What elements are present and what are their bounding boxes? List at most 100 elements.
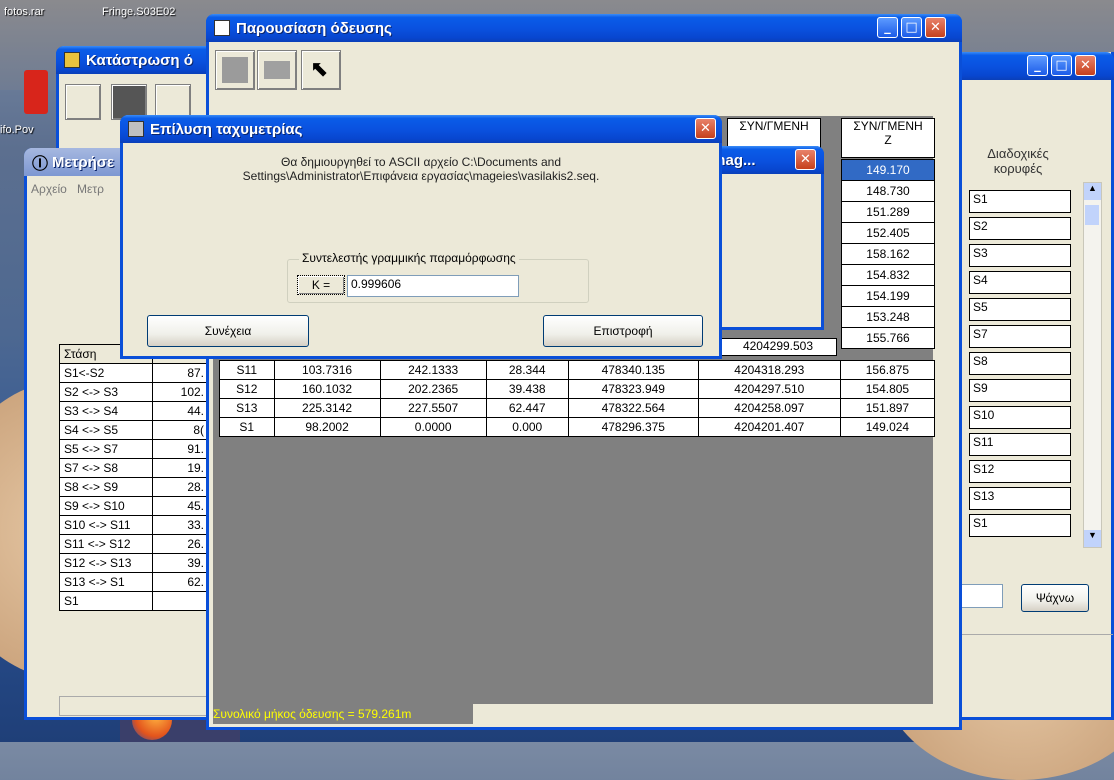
return-button[interactable]: Επιστροφή — [543, 315, 703, 347]
window-katastrosi-titlebar[interactable]: Κατάστρωση ό — [56, 46, 226, 74]
table-row[interactable]: S5 <-> S7 91. — [59, 439, 209, 459]
table-row[interactable]: S12 <-> S13 39. — [59, 553, 209, 573]
window-parousiasi-titlebar[interactable]: Παρουσίαση όδευσης — [206, 14, 962, 42]
vertex-field[interactable]: S4 — [969, 271, 1071, 294]
table-cell[interactable]: 153.248 — [841, 306, 935, 328]
pdf-shortcut-icon[interactable] — [24, 70, 48, 114]
minimize-button[interactable]: _ — [1027, 55, 1048, 76]
vertex-field[interactable]: S10 — [969, 406, 1071, 429]
station-name: S2 <-> S3 — [59, 382, 153, 402]
table-cell: 227.5507 — [379, 398, 487, 418]
station-value: 87. — [152, 363, 209, 383]
table-row[interactable]: S3 <-> S4 44. — [59, 401, 209, 421]
vertex-field[interactable]: S7 — [969, 325, 1071, 348]
table-row[interactable]: S4 <-> S5 8( — [59, 420, 209, 440]
vertex-field[interactable]: S13 — [969, 487, 1071, 510]
table-cell: 4204318.293 — [697, 360, 841, 380]
close-button[interactable]: ✕ — [1075, 55, 1096, 76]
document-tool-button[interactable] — [65, 84, 101, 120]
exit-button[interactable]: ⬉ — [301, 50, 341, 90]
vertex-list-scrollbar[interactable]: ▲ ▼ — [1083, 182, 1102, 548]
table-cell[interactable]: 158.162 — [841, 243, 935, 265]
table-row[interactable]: S2 <-> S3 102. — [59, 382, 209, 402]
maximize-button[interactable]: □ — [901, 17, 922, 38]
table-row[interactable]: S1<-S2 87. — [59, 363, 209, 383]
dialog-tachymetry: Επίλυση ταχυμετρίας ✕ Θα δημιουργηθεί το… — [120, 115, 722, 359]
search-button[interactable]: Ψάχνω — [1021, 584, 1089, 612]
desktop-label-pov[interactable]: ifo.Pov — [0, 124, 34, 136]
floppy-icon — [222, 57, 248, 83]
continue-button[interactable]: Συνέχεια — [147, 315, 309, 347]
vertex-field[interactable]: S5 — [969, 298, 1071, 321]
vertex-field[interactable]: S1 — [969, 190, 1071, 213]
desktop-label-fringe[interactable]: Fringe.S03E02 — [102, 6, 175, 18]
table-cell[interactable]: 148.730 — [841, 180, 935, 202]
measurements-table: Στάση S1<-S2 87. S2 <-> S3 102. S3 <-> S4 44.… — [59, 344, 209, 611]
table-row[interactable]: S7 <-> S8 19. — [59, 458, 209, 478]
selected-cell[interactable]: 149.170 — [841, 159, 935, 181]
table-cell: S1 — [219, 417, 275, 437]
dialog-titlebar[interactable]: Επίλυση ταχυμετρίας — [120, 115, 722, 143]
table-cell: 478323.949 — [567, 379, 699, 399]
maximize-button[interactable]: □ — [1051, 55, 1072, 76]
vertex-field[interactable]: S12 — [969, 460, 1071, 483]
minimize-button[interactable]: _ — [877, 17, 898, 38]
table-row[interactable]: S12 160.1032 202.2365 39.438 478323.949 42042… — [219, 379, 936, 399]
vertex-list: S1 S2 S3 S4 S5 S7 S8 S9 S10 S11 S12 S13 S1 — [969, 190, 1071, 541]
table-row[interactable]: S13 225.3142 227.5507 62.447 478322.564 42042… — [219, 398, 936, 418]
scroll-up-icon[interactable]: ▲ — [1084, 183, 1101, 200]
station-name: S12 <-> S13 — [59, 553, 153, 573]
table-cell[interactable]: 152.405 — [841, 222, 935, 244]
k-button[interactable]: K = — [297, 275, 345, 295]
scroll-thumb[interactable] — [1085, 205, 1099, 225]
table-row[interactable]: S10 <-> S11 33. — [59, 515, 209, 535]
table-row[interactable]: S8 <-> S9 28. — [59, 477, 209, 497]
table-row[interactable]: S13 <-> S1 62. — [59, 572, 209, 592]
table-cell: 0.0000 — [379, 417, 487, 437]
print-button[interactable] — [257, 50, 297, 90]
status-bar — [943, 634, 1113, 675]
app-icon — [64, 52, 80, 68]
table-cell: 478340.135 — [567, 360, 699, 380]
table-cell: 202.2365 — [379, 379, 487, 399]
table-cell[interactable]: 154.832 — [841, 264, 935, 286]
k-value-input[interactable]: 0.999606 — [347, 275, 519, 297]
vertex-field[interactable]: S11 — [969, 433, 1071, 456]
window-metriseis-title: Μετρήσε — [52, 153, 115, 171]
station-value: 28. — [152, 477, 209, 497]
window-katastrosi-title: Κατάστρωση ό — [86, 51, 193, 69]
station-name: S1<-S2 — [59, 363, 153, 383]
column-header-z: ΣΥΝ/ΓΜΕΝΗ Z — [841, 118, 935, 158]
vertex-field[interactable]: S2 — [969, 217, 1071, 240]
table-cell: 160.1032 — [273, 379, 381, 399]
close-button[interactable]: ✕ — [695, 118, 716, 139]
vertex-field[interactable]: S3 — [969, 244, 1071, 267]
vertex-field[interactable]: S8 — [969, 352, 1071, 375]
status-bar — [59, 696, 221, 716]
table-cell[interactable]: 155.766 — [841, 327, 935, 349]
scroll-down-icon[interactable]: ▼ — [1084, 530, 1101, 547]
table-cell: 28.344 — [485, 360, 569, 380]
table-row[interactable]: S11 <-> S12 26. — [59, 534, 209, 554]
table-cell[interactable]: 151.289 — [841, 201, 935, 223]
dialog-title: Επίλυση ταχυμετρίας — [150, 120, 303, 138]
vertex-field[interactable]: S9 — [969, 379, 1071, 402]
close-button[interactable]: ✕ — [925, 17, 946, 38]
table-cell[interactable]: 154.199 — [841, 285, 935, 307]
menu-item-archeio[interactable]: Αρχείο — [31, 182, 67, 196]
window-right: _ □ ✕ Διαδοχικές κορυφές S1 S2 S3 S4 S5 S7 S8 S… — [940, 52, 1114, 720]
station-value: 102. — [152, 382, 209, 402]
table-row[interactable]: S11 103.7316 242.1333 28.344 478340.135 42043… — [219, 360, 936, 380]
menu-item-metr[interactable]: Μετρ — [77, 182, 104, 196]
table-row[interactable]: S9 <-> S10 45. — [59, 496, 209, 516]
save-button[interactable] — [215, 50, 255, 90]
vertex-field[interactable]: S1 — [969, 514, 1071, 537]
traverse-scrollbar[interactable] — [933, 116, 951, 676]
desktop-label-fotos[interactable]: fotos.rar — [4, 6, 44, 18]
close-button[interactable]: ✕ — [795, 149, 816, 170]
station-name: S9 <-> S10 — [59, 496, 153, 516]
table-row[interactable]: S1 — [59, 591, 209, 611]
table-cell: 225.3142 — [273, 398, 381, 418]
table-row[interactable]: S1 98.2002 0.0000 0.000 478296.375 4204201.40… — [219, 417, 936, 437]
table-cell: 39.438 — [485, 379, 569, 399]
